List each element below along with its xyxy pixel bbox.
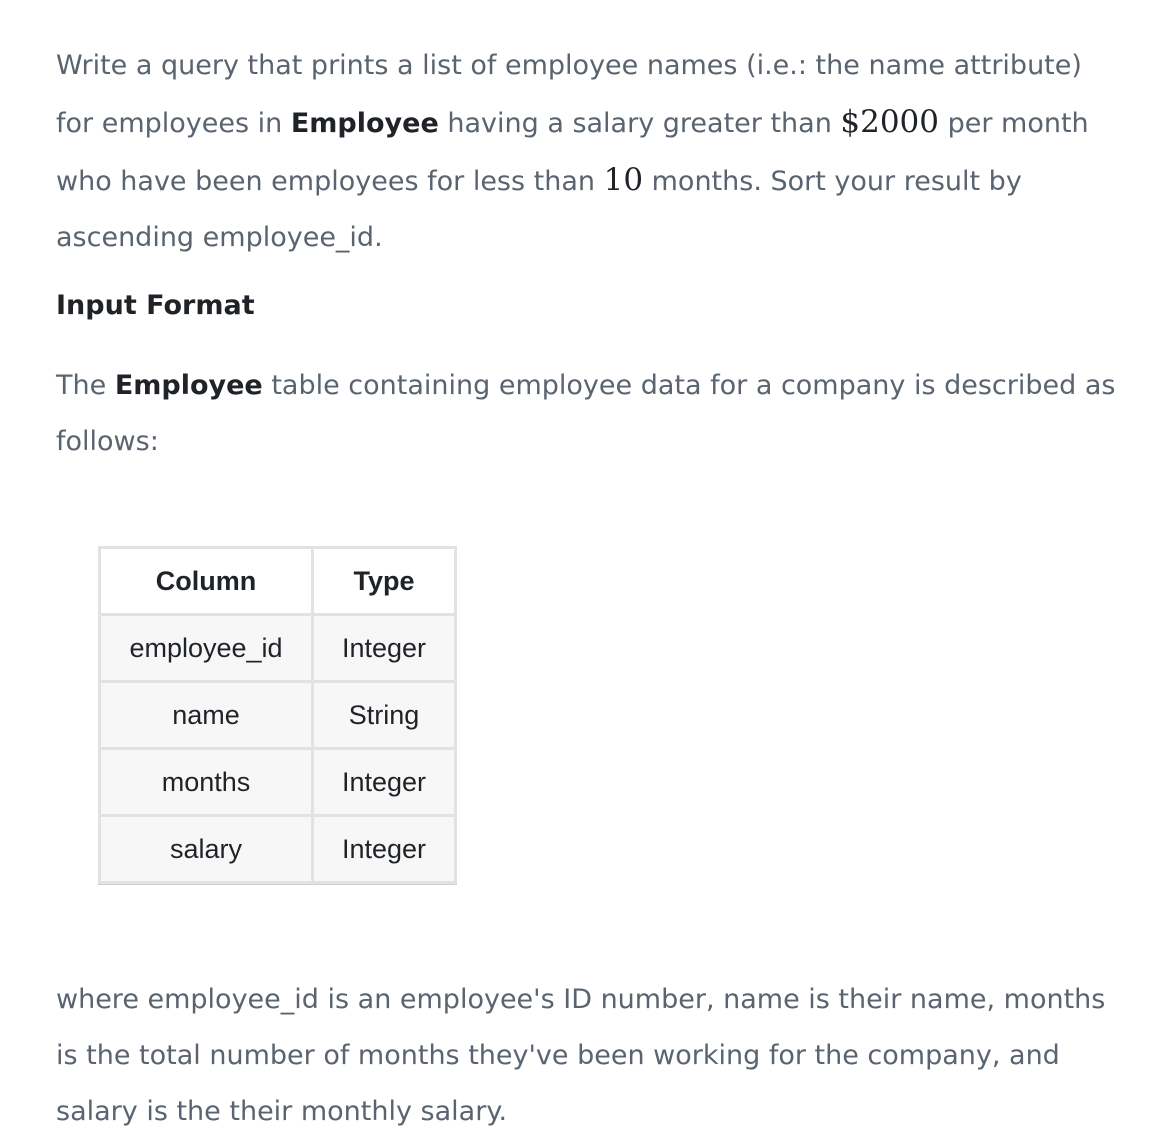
months-threshold: 10 [603,162,644,198]
input-format-table-name: Employee [114,370,263,401]
column-header: Column [98,546,314,616]
column-cell: employee_id [98,613,314,683]
column-cell: name [98,680,314,750]
type-cell: Integer [311,747,457,817]
type-cell: String [311,680,457,750]
input-format-paragraph: The Employee table containing employee d… [56,358,1126,470]
intro-text-2: having a salary greater than [438,108,841,139]
input-format-text-1: The [56,370,115,401]
table-header-row: Column Type [98,546,457,616]
table-row: salary Integer [98,814,457,884]
table-row: name String [98,680,457,750]
intro-paragraph: Write a query that prints a list of empl… [56,38,1126,266]
type-header: Type [311,546,457,616]
column-description-paragraph: where employee_id is an employee's ID nu… [56,984,1106,1127]
input-format-heading: Input Format [56,290,255,321]
employee-schema-table: Column Type employee_id Integer name Str… [98,546,457,884]
problem-statement: Write a query that prints a list of empl… [56,38,1126,266]
salary-threshold: $2000 [840,104,940,140]
type-cell: Integer [311,814,457,884]
table-row: employee_id Integer [98,613,457,683]
column-cell: months [98,747,314,817]
column-cell: salary [98,814,314,884]
type-cell: Integer [311,613,457,683]
intro-table-name: Employee [290,108,439,139]
table-row: months Integer [98,747,457,817]
